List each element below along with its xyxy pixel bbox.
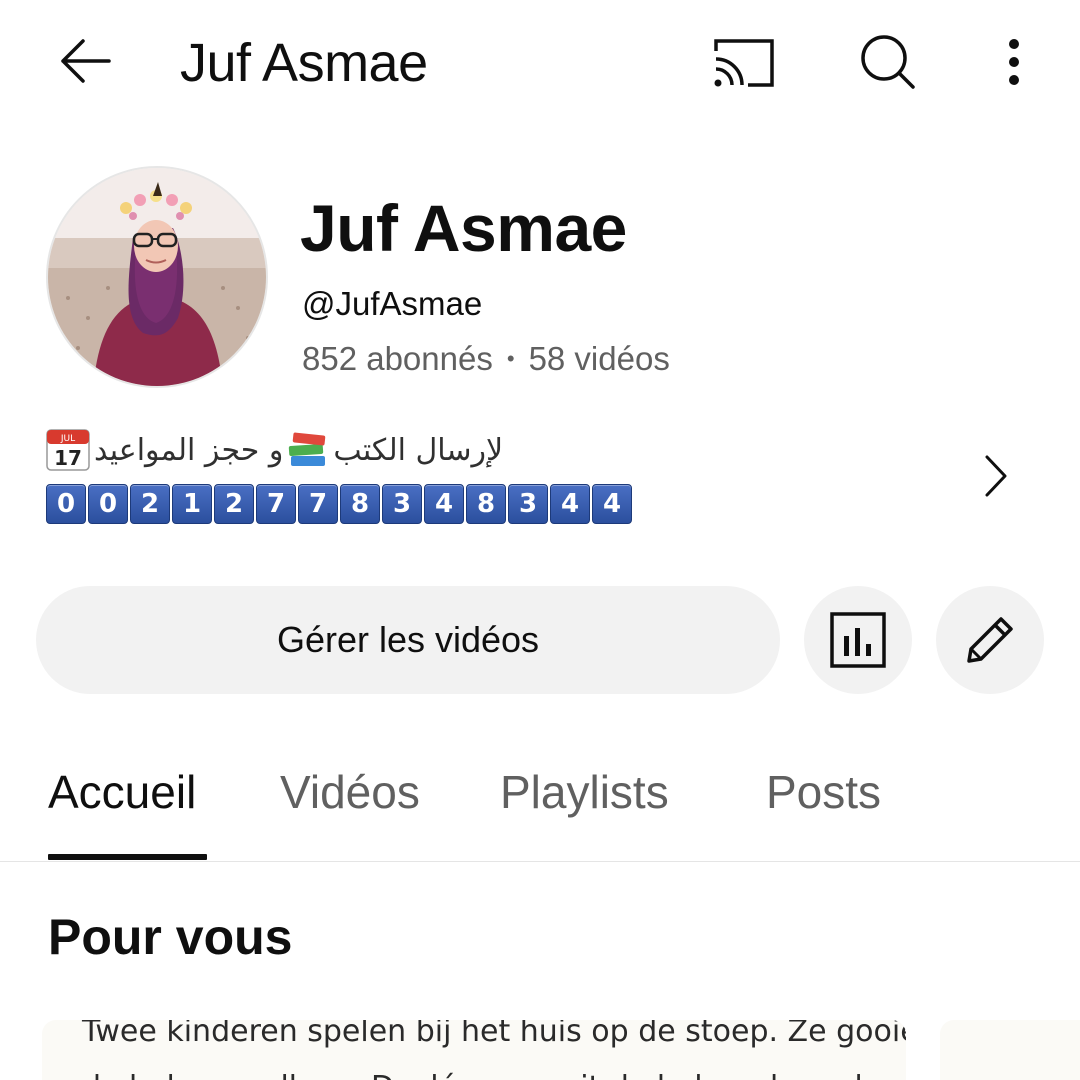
top-bar-title: Juf Asmae [180,33,428,93]
more-options-button[interactable] [990,28,1038,96]
phone-digit-key: 7 [298,484,338,524]
phone-digit-key: 8 [340,484,380,524]
back-arrow-icon [61,39,111,83]
card-text-line-2: de bal naar elkaar. Dyaléa mag uit de ba… [82,1068,906,1080]
channel-avatar[interactable] [46,166,268,388]
phone-digit-key: 4 [424,484,464,524]
channel-avatar-photo [48,168,266,386]
card-text-line-1: Twee kinderen spelen bij het huis op de … [82,1020,906,1049]
books-icon [289,432,326,466]
manage-videos-button[interactable]: Gérer les vidéos [36,586,780,694]
chevron-right-icon [985,455,1007,497]
video-card-next[interactable] [940,1020,1080,1080]
tab-posts[interactable]: Posts [766,764,881,820]
analytics-icon [830,612,886,668]
channel-description[interactable]: JUL 17 و حجز المواعيد لإرسال الكتب 00212… [46,420,1007,538]
phone-digit-key: 4 [550,484,590,524]
phone-digit-key: 0 [46,484,86,524]
phone-digit-key: 2 [214,484,254,524]
stats-separator: • [506,346,515,371]
search-button[interactable] [850,28,926,96]
phone-digit-key: 0 [88,484,128,524]
calendar-day: 17 [54,446,82,470]
pencil-icon [967,617,1013,663]
video-card[interactable]: Twee kinderen spelen bij het huis op de … [42,1020,906,1080]
calendar-icon: JUL 17 [46,429,90,471]
tab-accueil[interactable]: Accueil [48,764,196,820]
cast-button[interactable] [705,30,783,96]
description-line-1: JUL 17 و حجز المواعيد لإرسال الكتب [46,426,503,474]
tab-videos[interactable]: Vidéos [280,764,420,820]
edit-channel-button[interactable] [936,586,1044,694]
back-button[interactable] [50,28,120,94]
channel-name: Juf Asmae [300,191,627,265]
description-text: لإرسال الكتب [333,432,504,468]
top-app-bar: Juf Asmae [0,0,1080,125]
channel-tabs: Accueil Vidéos Playlists Posts [0,740,1080,862]
section-title: Pour vous [48,909,293,965]
phone-digit-key: 3 [382,484,422,524]
search-icon [861,35,915,89]
description-connector: و حجز المواعيد [94,432,284,468]
subscriber-count: 852 abonnés [302,340,493,377]
calendar-month: JUL [60,434,75,444]
cast-icon [714,39,774,87]
phone-digit-key: 7 [256,484,296,524]
channel-stats: 852 abonnés • 58 vidéos [302,338,670,380]
more-vert-icon [1009,39,1019,85]
analytics-button[interactable] [804,586,912,694]
phone-digit-key: 2 [130,484,170,524]
channel-handle: @JufAsmae [302,285,483,322]
active-tab-indicator [48,854,207,860]
video-count: 58 vidéos [528,340,670,377]
description-expand-button[interactable] [976,446,1016,506]
phone-digit-key: 8 [466,484,506,524]
phone-digit-key: 1 [172,484,212,524]
phone-digit-key: 3 [508,484,548,524]
phone-number: 00212778348344 [46,484,632,524]
tab-playlists[interactable]: Playlists [500,764,669,820]
phone-digit-key: 4 [592,484,632,524]
